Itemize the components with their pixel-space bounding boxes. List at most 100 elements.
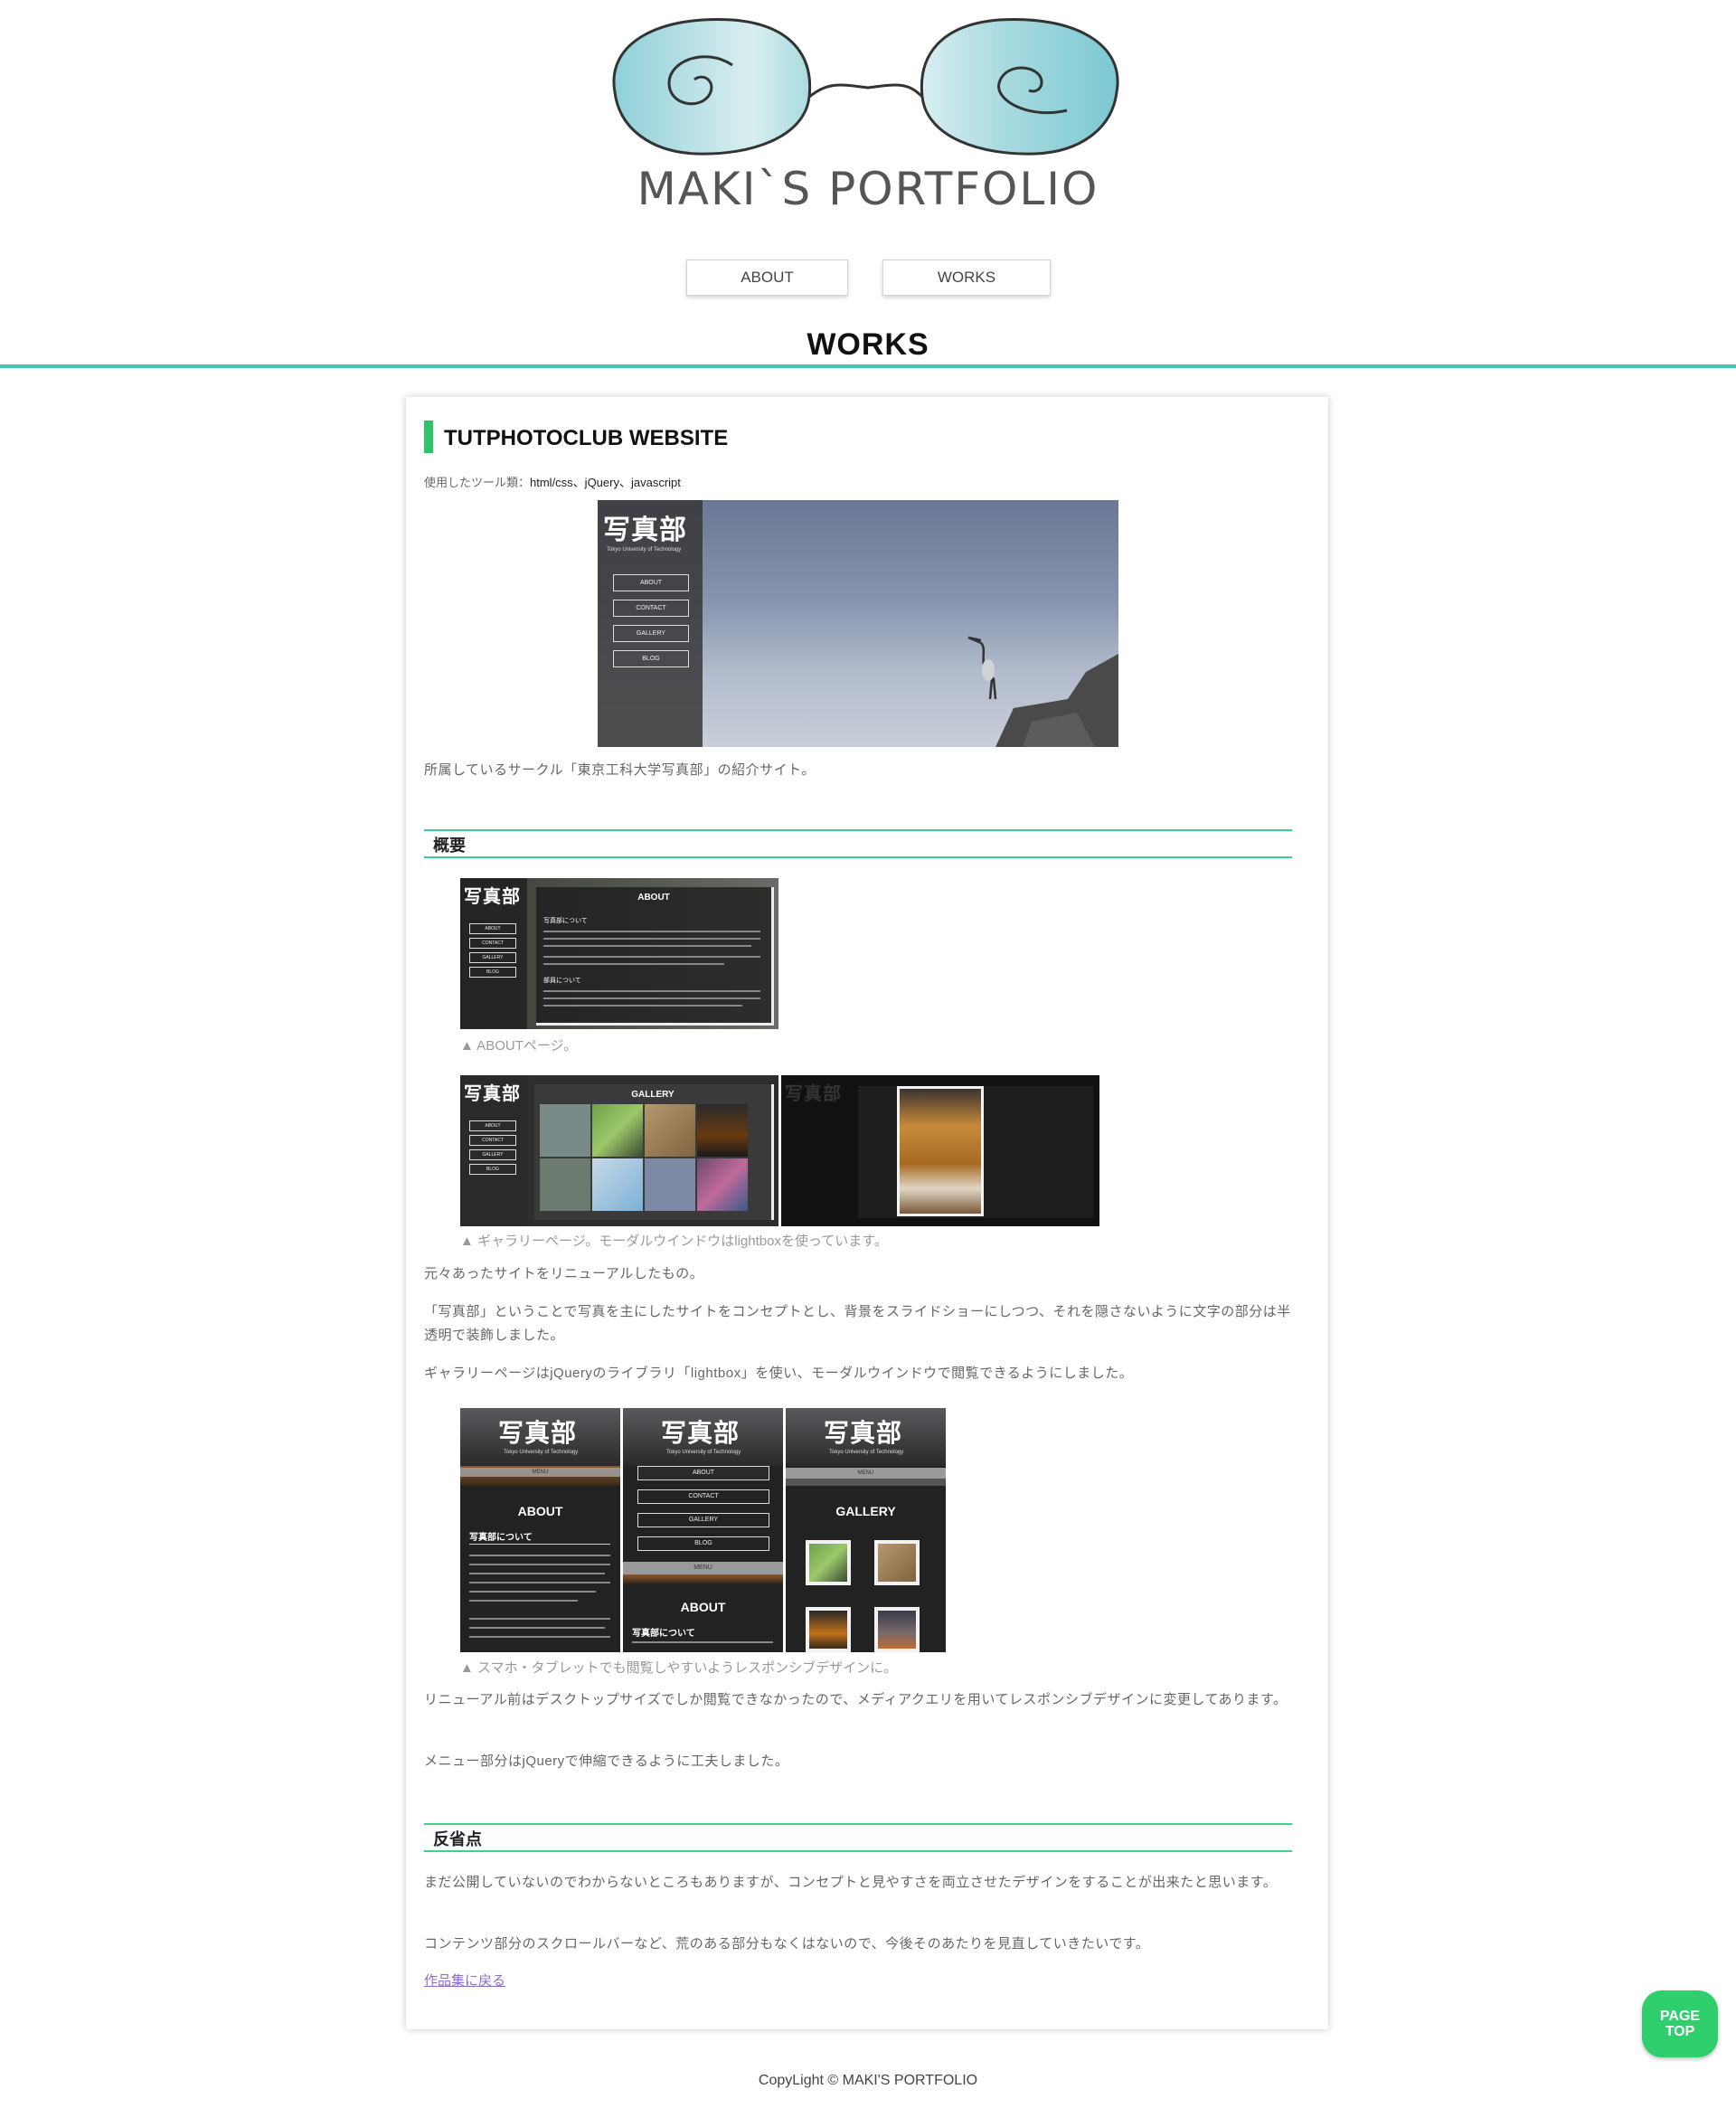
page-title: WORKS	[807, 327, 929, 362]
mobile-menu-screenshot: 写真部 Tokyo University of Technology ABOUT…	[623, 1408, 783, 1652]
mobile-menu-bar: MENU	[623, 1562, 783, 1574]
about-shot-menu-about: ABOUT	[469, 923, 516, 934]
text-line	[469, 1600, 578, 1602]
page-top-button[interactable]: PAGE TOP	[1642, 1990, 1718, 2057]
gallery-shot-title: GALLERY	[631, 1090, 675, 1100]
about-shot-menu-blog: BLOG	[469, 967, 516, 978]
mobile-about-logo: 写真部	[498, 1418, 578, 1448]
text-line	[469, 1573, 605, 1574]
reflection-heading: 反省点	[424, 1823, 1292, 1852]
text-line	[469, 1555, 610, 1556]
work-card: TUTPHOTOCLUB WEBSITE 使用したツール類：html/css、j…	[406, 397, 1328, 2029]
mobile-gallery-screenshot: 写真部 Tokyo University of Technology MENU …	[786, 1408, 946, 1652]
text-line	[543, 956, 760, 958]
mobile-sunset-strip	[623, 1574, 783, 1583]
work-title: TUTPHOTOCLUB WEBSITE	[444, 426, 729, 450]
overview-para-5: メニュー部分はjQueryで伸縮できるように工夫しました。	[424, 1754, 789, 1769]
heading-accent-bar	[424, 421, 433, 453]
mobile-about-logo-sub: Tokyo University of Technology	[504, 1450, 579, 1455]
lightbox-screenshot: 写真部	[781, 1075, 1099, 1226]
overview-para-2: 「写真部」ということで写真を主にしたサイトをコンセプトとし、背景をスライドショー…	[424, 1304, 1291, 1343]
about-shot-sidebar: 写真部 ABOUT CONTACT GALLERY BLOG	[460, 878, 527, 1029]
site-logo[interactable]: MAKI`S PORTFOLIO	[597, 11, 1139, 219]
text-line	[543, 997, 760, 999]
gallery-page-screenshot: 写真部 ABOUT CONTACT GALLERY BLOG GALLERY	[460, 1075, 778, 1226]
about-shot-sub2: 部員について	[543, 978, 581, 984]
caption-gallery: ▲ ギャラリーページ。モーダルウインドウはlightboxを使っています。	[460, 1234, 888, 1249]
mobile-about-sub1: 写真部について	[469, 1533, 533, 1543]
logo-text: MAKI`S PORTFOLIO	[637, 163, 1099, 215]
mobile-menu-contact: CONTACT	[637, 1489, 769, 1504]
lightbox-shot-logo: 写真部	[785, 1082, 842, 1104]
caption-responsive: ▲ スマホ・タブレットでも閲覧しやすいようレスポンシブデザインに。	[460, 1660, 898, 1676]
reflection-heading-text: 反省点	[433, 1830, 482, 1848]
text-line	[632, 1641, 773, 1643]
heron-photo-icon	[967, 636, 1118, 747]
back-to-works-link[interactable]: 作品集に戻る	[424, 1971, 505, 1990]
about-shot-logo: 写真部	[464, 885, 521, 907]
mobile-gallery-thumb	[874, 1540, 920, 1585]
about-shot-menu-gallery: GALLERY	[469, 952, 516, 963]
caption-about: ▲ ABOUTページ。	[460, 1038, 578, 1054]
gallery-shot-menu-gallery: GALLERY	[469, 1149, 516, 1160]
mobile-menu-logo: 写真部	[661, 1418, 741, 1448]
nav-works-button[interactable]: WORKS	[882, 260, 1051, 296]
gallery-shot-sidebar: 写真部 ABOUT CONTACT GALLERY BLOG	[460, 1075, 527, 1226]
mobile-menu-logo-sub: Tokyo University of Technology	[666, 1450, 741, 1455]
mobile-menu-about-title: ABOUT	[680, 1600, 726, 1614]
screenshot-menu-blog: BLOG	[613, 650, 689, 667]
gallery-thumb	[592, 1158, 643, 1211]
screenshot-logo-sub: Tokyo University of Technology	[607, 547, 682, 553]
page-top-label-1: PAGE	[1659, 2009, 1701, 2024]
screenshot-sidebar: 写真部 Tokyo University of Technology ABOUT…	[598, 500, 703, 747]
mobile-menu-gallery: GALLERY	[637, 1513, 769, 1527]
mobile-menu-bar: MENU	[786, 1468, 946, 1479]
overview-para-1: 元々あったサイトをリニューアルしたもの。	[424, 1266, 704, 1281]
text-line	[469, 1618, 610, 1620]
mobile-menu-blog: BLOG	[637, 1536, 769, 1551]
gallery-shot-logo: 写真部	[464, 1082, 521, 1104]
main-screenshot: 写真部 Tokyo University of Technology ABOUT…	[598, 500, 1118, 747]
gallery-shot-panel: GALLERY	[534, 1084, 774, 1220]
overview-heading: 概要	[424, 829, 1292, 858]
lightbox-photo	[900, 1089, 981, 1214]
text-line	[543, 945, 751, 947]
text-line	[543, 1005, 742, 1007]
screenshot-menu-contact: CONTACT	[613, 600, 689, 617]
gallery-thumb	[645, 1158, 695, 1211]
lightbox-image-frame	[897, 1086, 984, 1216]
footer-copyright: CopyLight © MAKI'S PORTFOLIO	[758, 2073, 978, 2088]
text-line	[469, 1627, 605, 1629]
screenshot-menu-about: ABOUT	[613, 574, 689, 591]
text-line	[469, 1591, 596, 1593]
nav-about-button[interactable]: ABOUT	[686, 260, 848, 296]
about-shot-sub1: 写真部について	[543, 918, 588, 924]
text-line	[543, 963, 724, 965]
gallery-shot-menu-about: ABOUT	[469, 1120, 516, 1131]
overview-para-3: ギャラリーページはjQueryのライブラリ「lightbox」を使い、モーダルウ…	[424, 1366, 1134, 1381]
mobile-gallery-logo-sub: Tokyo University of Technology	[829, 1450, 904, 1455]
about-shot-content-panel: ABOUT 写真部について 部員について	[536, 887, 774, 1026]
text-line	[469, 1544, 610, 1545]
screenshot-logo-kanji: 写真部	[603, 515, 687, 546]
mobile-menu-bar: MENU	[460, 1468, 620, 1477]
page-top-label-2: TOP	[1665, 2024, 1695, 2039]
screenshot-menu-gallery: GALLERY	[613, 625, 689, 642]
text-line	[543, 938, 760, 940]
overview-heading-text: 概要	[433, 837, 466, 855]
text-line	[469, 1564, 610, 1565]
about-shot-title: ABOUT	[637, 893, 670, 903]
main-nav: ABOUT WORKS	[0, 260, 1736, 296]
tools-used: 使用したツール類：html/css、jQuery、javascript	[424, 473, 681, 490]
about-shot-menu-contact: CONTACT	[469, 938, 516, 949]
tools-label: 使用したツール類：	[424, 476, 531, 489]
reflection-para-1: まだ公開していないのでわからないところもありますが、コンセプトと見やすさを両立さ…	[424, 1875, 1278, 1890]
work-intro: 所属しているサークル「東京工科大学写真部」の紹介サイト。	[424, 762, 816, 778]
reflection-para-2: コンテンツ部分のスクロールバーなど、荒のある部分もなくはないので、今後そのあたり…	[424, 1936, 1150, 1952]
about-page-screenshot: 写真部 ABOUT CONTACT GALLERY BLOG ABOUT 写真部…	[460, 878, 778, 1029]
mobile-gallery-thumb	[874, 1607, 920, 1652]
text-line	[543, 990, 760, 992]
mobile-gallery-thumb	[806, 1540, 851, 1585]
gallery-thumb	[645, 1104, 695, 1157]
gallery-shot-menu-contact: CONTACT	[469, 1135, 516, 1146]
